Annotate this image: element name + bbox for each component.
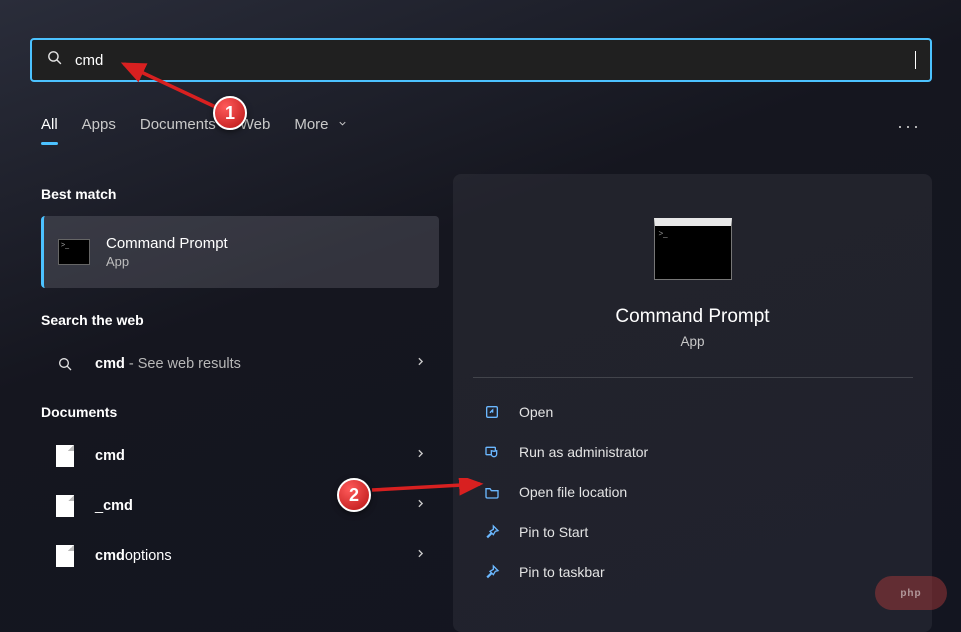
document-name: _cmd (95, 498, 133, 514)
search-icon (46, 49, 63, 71)
action-label: Open (519, 404, 553, 420)
tab-all[interactable]: All (41, 116, 58, 145)
tab-documents[interactable]: Documents (140, 116, 216, 145)
best-match-subtitle: App (106, 254, 228, 269)
action-label: Pin to Start (519, 524, 588, 540)
document-name: cmdoptions (95, 548, 172, 564)
action-open[interactable]: Open (475, 392, 910, 432)
best-match-result[interactable]: >_ Command Prompt App (41, 216, 439, 288)
tab-apps[interactable]: Apps (82, 116, 116, 145)
overflow-menu-button[interactable]: ··· (897, 116, 921, 137)
pin-icon (483, 524, 501, 540)
document-row[interactable]: cmdoptions (41, 534, 439, 578)
command-prompt-icon: >_ (58, 239, 90, 265)
chevron-right-icon (414, 355, 427, 373)
tab-more-label: More (294, 116, 328, 133)
actions-list: Open Run as administrator Open file loca… (453, 378, 932, 592)
action-label: Open file location (519, 484, 627, 500)
best-match-title: Command Prompt (106, 235, 228, 252)
command-prompt-large-icon (654, 218, 732, 280)
pin-icon (483, 564, 501, 580)
chevron-right-icon (414, 547, 427, 565)
search-icon (53, 356, 77, 372)
preview-subtitle: App (680, 334, 704, 349)
action-label: Pin to taskbar (519, 564, 605, 580)
search-bar[interactable] (30, 38, 932, 82)
tab-more[interactable]: More (294, 116, 347, 145)
results-column: Best match >_ Command Prompt App Search … (41, 186, 439, 584)
section-documents: Documents (41, 404, 439, 420)
chevron-down-icon (337, 118, 348, 129)
document-name: cmd (95, 448, 125, 464)
chevron-right-icon (414, 497, 427, 515)
folder-icon (483, 484, 501, 500)
document-row[interactable]: cmd (41, 434, 439, 478)
document-icon (53, 545, 77, 567)
chevron-right-icon (414, 447, 427, 465)
document-icon (53, 495, 77, 517)
action-run-as-administrator[interactable]: Run as administrator (475, 432, 910, 472)
action-pin-to-taskbar[interactable]: Pin to taskbar (475, 552, 910, 592)
annotation-marker-2: 2 (337, 478, 371, 512)
section-search-web: Search the web (41, 312, 439, 328)
open-icon (483, 404, 501, 420)
shield-admin-icon (483, 444, 501, 460)
web-result-text: cmd - See web results (95, 356, 241, 372)
preview-panel: Command Prompt App Open Run as administr… (453, 174, 932, 632)
filter-tabs: All Apps Documents Web More (41, 116, 348, 145)
preview-title: Command Prompt (615, 306, 769, 328)
action-pin-to-start[interactable]: Pin to Start (475, 512, 910, 552)
section-best-match: Best match (41, 186, 439, 202)
web-result-row[interactable]: cmd - See web results (41, 342, 439, 386)
action-label: Run as administrator (519, 444, 648, 460)
action-open-file-location[interactable]: Open file location (475, 472, 910, 512)
text-caret (915, 51, 916, 69)
document-row[interactable]: _cmd (41, 484, 439, 528)
watermark: php (875, 576, 947, 610)
annotation-marker-1: 1 (213, 96, 247, 130)
document-icon (53, 445, 77, 467)
search-input[interactable] (75, 52, 917, 69)
